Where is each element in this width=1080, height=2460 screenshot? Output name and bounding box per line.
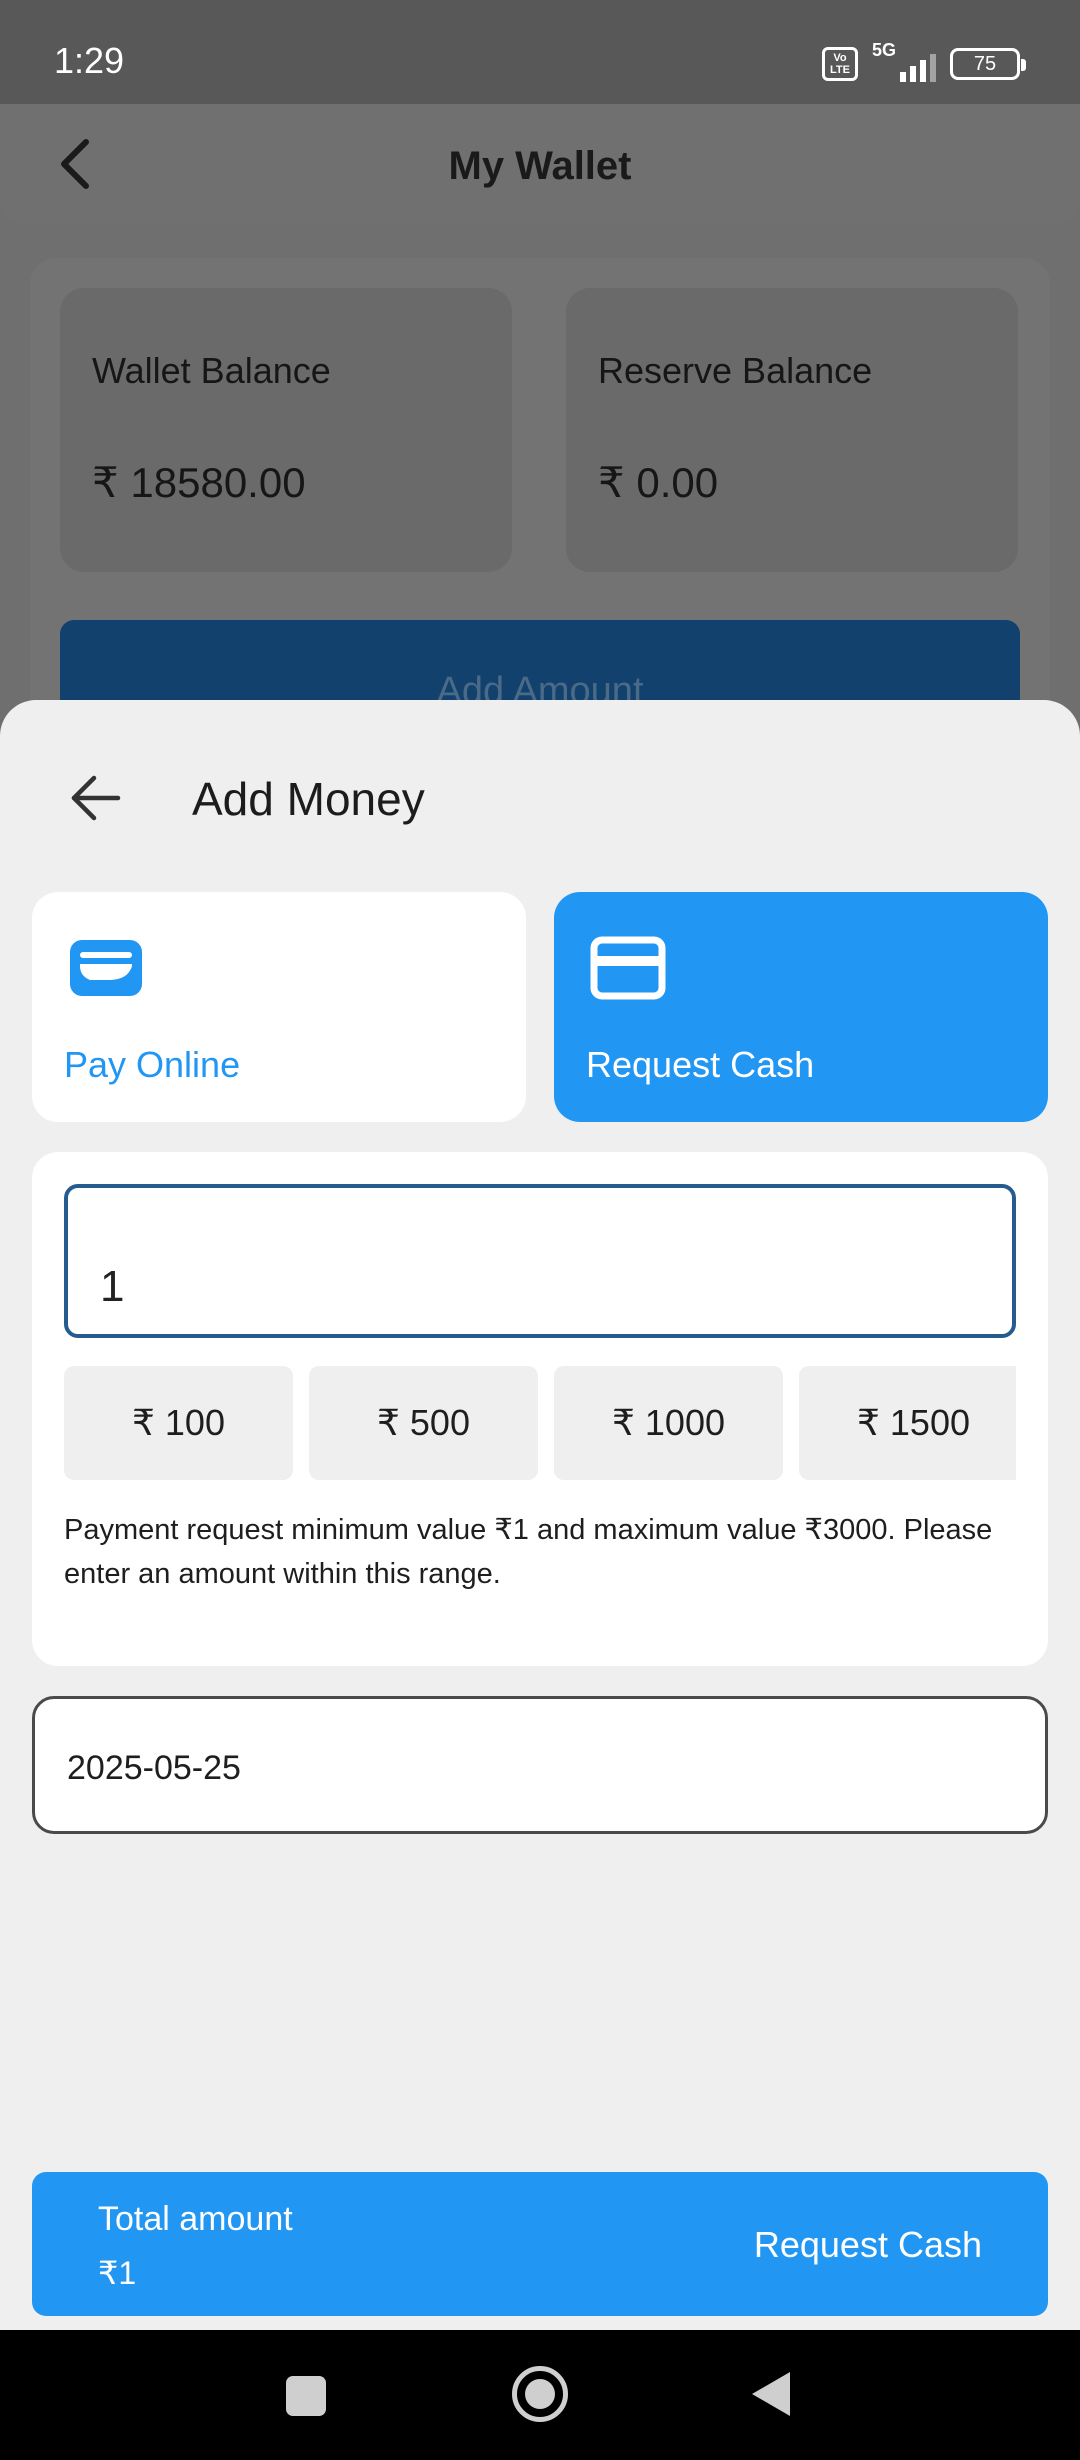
- total-amount-value: ₹1: [98, 2255, 137, 2291]
- date-field[interactable]: 2025-05-25: [32, 1696, 1048, 1834]
- recents-icon[interactable]: [286, 2376, 326, 2416]
- system-nav-bar: [0, 2330, 1080, 2460]
- card-icon: [590, 936, 666, 1000]
- wallet-balance-value: ₹ 18580.00: [92, 459, 306, 506]
- request-cash-option[interactable]: Request Cash: [554, 892, 1048, 1122]
- status-bar: 1:29 Vo LTE 5G 75: [0, 0, 1080, 104]
- wallet-balance-card: Wallet Balance ₹ 18580.00: [60, 288, 512, 572]
- wallet-panel: Wallet Balance ₹ 18580.00 Reserve Balanc…: [30, 258, 1050, 758]
- volte-icon: Vo LTE: [822, 47, 858, 81]
- reserve-balance-label: Reserve Balance: [598, 350, 873, 391]
- request-cash-label: Request Cash: [586, 1044, 815, 1085]
- sheet-header: Add Money: [0, 700, 1080, 870]
- status-icons: Vo LTE 5G 75: [822, 40, 1026, 82]
- home-icon[interactable]: [512, 2366, 568, 2422]
- quick-amount-chip[interactable]: ₹ 100: [64, 1366, 293, 1480]
- quick-amount-chip[interactable]: ₹ 500: [309, 1366, 538, 1480]
- reserve-balance-value: ₹ 0.00: [598, 459, 719, 506]
- amount-panel: ₹ 100 ₹ 500 ₹ 1000 ₹ 1500 Payment reques…: [32, 1152, 1048, 1666]
- add-money-sheet: Add Money Pay Online Request Cash ₹ 100 …: [0, 700, 1080, 2330]
- signal-icon: 5G: [872, 40, 936, 82]
- request-cash-button[interactable]: Request Cash: [754, 2224, 982, 2266]
- battery-icon: 75: [950, 48, 1026, 80]
- network-type: 5G: [872, 40, 897, 60]
- back-arrow-icon[interactable]: [68, 770, 124, 826]
- wallet-icon: [70, 940, 142, 996]
- quick-amount-chip[interactable]: ₹ 1500: [799, 1366, 1016, 1480]
- total-amount-label: Total amount: [98, 2200, 293, 2238]
- page-title: My Wallet: [448, 144, 632, 188]
- amount-input[interactable]: [64, 1184, 1016, 1338]
- status-time: 1:29: [54, 40, 125, 81]
- reserve-balance-card: Reserve Balance ₹ 0.00: [566, 288, 1018, 572]
- sheet-title: Add Money: [192, 773, 425, 825]
- app-bar: My Wallet: [0, 104, 1080, 224]
- quick-amount-chip[interactable]: ₹ 1000: [554, 1366, 783, 1480]
- wallet-balance-label: Wallet Balance: [92, 350, 331, 391]
- back-triangle-icon[interactable]: [752, 2372, 790, 2416]
- amount-helper-text: Payment request minimum value ₹1 and max…: [64, 1514, 993, 1590]
- pay-online-label: Pay Online: [64, 1044, 241, 1085]
- pay-online-option[interactable]: Pay Online: [32, 892, 526, 1122]
- total-bar: Total amount ₹1 Request Cash: [32, 2172, 1048, 2316]
- quick-amount-chips: ₹ 100 ₹ 500 ₹ 1000 ₹ 1500: [64, 1366, 1016, 1482]
